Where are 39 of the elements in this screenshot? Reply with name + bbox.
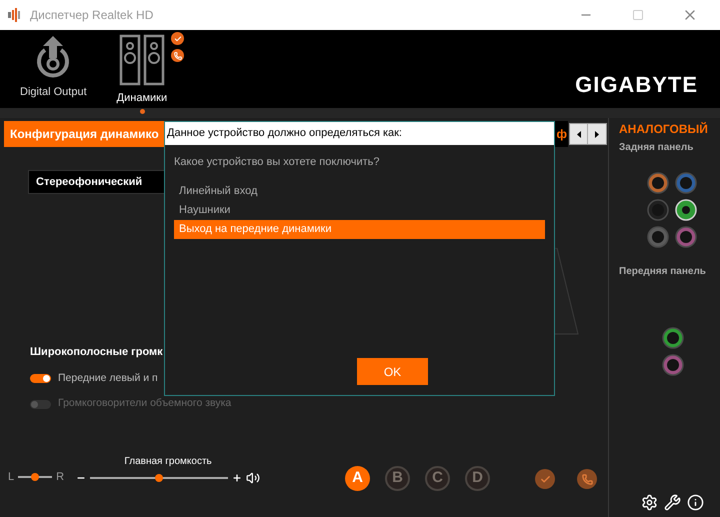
front-panel-label: Передняя панель (619, 265, 707, 279)
phone-button-icon[interactable] (577, 469, 598, 489)
device-option[interactable]: Выход на передние динамики (174, 220, 545, 238)
main-volume-label: Главная громкость (124, 455, 212, 469)
dialog-question: Какое устройство вы хотете поключить? (174, 155, 380, 170)
audio-jack-icon[interactable] (662, 327, 684, 349)
profile-button[interactable]: B (385, 466, 410, 491)
device-option[interactable]: Наушники (174, 200, 545, 220)
wrench-icon[interactable] (664, 494, 681, 511)
info-icon[interactable] (687, 494, 704, 511)
phone-badge-icon[interactable] (171, 49, 184, 62)
rear-panel-label: Задняя панель (619, 141, 694, 155)
speaker-logo-icon (8, 8, 22, 22)
analog-title: АНАЛОГОВЫЙ (619, 121, 709, 138)
plus-icon[interactable] (232, 473, 242, 483)
balance-right-label: R (56, 470, 64, 484)
fullrange-title: Широкополосные громк (30, 345, 164, 360)
toggle-label: Громкоговорители объемного звука (58, 396, 232, 412)
toggle-switch[interactable] (30, 400, 51, 409)
window-title: Диспетчер Realtek HD (30, 7, 154, 24)
speakers-icon (118, 34, 165, 86)
ok-button[interactable]: OK (357, 358, 428, 385)
settings-icon[interactable] (641, 494, 658, 511)
device-tab[interactable]: Digital Output (20, 34, 87, 106)
profile-button[interactable]: C (425, 466, 450, 491)
config-tab[interactable]: Конфигурация динамико (4, 121, 164, 147)
balance-left-label: L (8, 470, 14, 484)
device-option[interactable]: Линейный вход (174, 182, 545, 200)
toggle-switch[interactable] (30, 374, 51, 383)
brand-logo: GIGABYTE (575, 71, 698, 99)
balance-slider[interactable] (18, 476, 52, 478)
check-button-icon[interactable] (535, 469, 556, 489)
device-tab[interactable]: Динамики (116, 34, 168, 106)
profile-button[interactable]: D (465, 466, 490, 491)
toggle-label: Передние левый и п (58, 370, 158, 386)
dialog-title: Данное устройство должно определяться как: (167, 126, 402, 142)
check-badge-icon[interactable] (171, 32, 184, 45)
speaker-volume-icon[interactable] (246, 471, 260, 485)
profile-button[interactable]: A (345, 466, 370, 491)
